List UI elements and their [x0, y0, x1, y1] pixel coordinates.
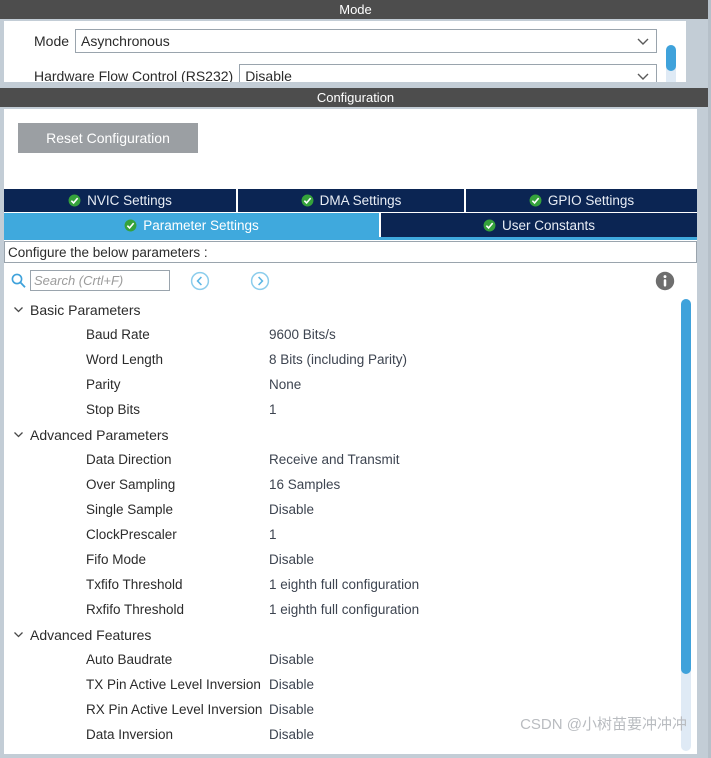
parameter-name: Data Inversion [86, 727, 174, 742]
chevron-down-icon [637, 73, 649, 80]
parameter-value[interactable]: Disable [269, 652, 697, 667]
configuration-panel-body: Reset Configuration NVIC Settings DMA Se… [4, 109, 697, 754]
parameter-name: Auto Baudrate [86, 652, 173, 667]
chevron-down-icon [14, 307, 23, 313]
tab-label: User Constants [501, 217, 596, 233]
tab-label: Parameter Settings [143, 217, 259, 233]
parameter-value[interactable]: 1 [269, 402, 697, 417]
tab-parameter-settings[interactable]: Parameter Settings [4, 213, 379, 237]
mode-combobox-value: Asynchronous [81, 32, 170, 49]
parameter-group-label: Advanced Features [30, 626, 152, 643]
mode-row-mode: Mode Asynchronous [4, 27, 686, 54]
tab-label: GPIO Settings [547, 193, 635, 208]
parameter-value[interactable]: 1 eighth full configuration [269, 602, 697, 617]
search-input[interactable] [30, 270, 170, 291]
parameter-value[interactable]: Disable [269, 702, 697, 717]
parameter-row[interactable]: Txfifo Threshold 1 eighth full configurat… [4, 572, 697, 597]
parameter-value[interactable]: 1 eighth full configuration [269, 577, 697, 592]
search-icon[interactable] [10, 272, 27, 289]
parameter-row[interactable]: Parity None [4, 372, 697, 397]
chevron-down-icon [14, 432, 23, 438]
tab-nvic-settings[interactable]: NVIC Settings [4, 189, 236, 212]
mode-panel-body: Mode Asynchronous Hardware Flow Control … [4, 21, 686, 82]
tab-label: DMA Settings [319, 193, 402, 208]
chevron-down-icon [14, 632, 23, 638]
tab-user-constants[interactable]: User Constants [381, 213, 697, 237]
parameter-row[interactable]: RX Pin Active Level Inversion Disable [4, 697, 697, 722]
active-tab-underline [4, 237, 697, 240]
parameter-value[interactable]: None [269, 377, 697, 392]
hardware-flow-control-label: Hardware Flow Control (RS232) [34, 67, 234, 83]
tab-dma-settings[interactable]: DMA Settings [238, 189, 464, 212]
chevron-down-icon [637, 38, 649, 45]
configure-instruction-banner: Configure the below parameters : [4, 241, 697, 263]
parameter-group-header[interactable]: Basic Parameters [4, 297, 697, 322]
parameter-row[interactable]: Rxfifo Threshold 1 eighth full configurat… [4, 597, 697, 622]
parameter-row[interactable]: Word Length 8 Bits (including Parity) [4, 347, 697, 372]
parameter-group-header[interactable]: Advanced Parameters [4, 422, 697, 447]
parameter-row[interactable]: Baud Rate 9600 Bits/s [4, 322, 697, 347]
parameter-name: Fifo Mode [86, 552, 147, 567]
check-circle-icon [124, 219, 137, 231]
check-circle-icon [68, 194, 81, 207]
mode-panel-scrollbar-thumb[interactable] [666, 45, 676, 71]
mode-panel: Mode Mode Asynchronous Hardware Flow Con… [0, 0, 711, 88]
parameter-group-header[interactable]: Advanced Features [4, 622, 697, 647]
mode-panel-header: Mode [0, 0, 711, 19]
configuration-panel-header: Configuration [0, 88, 711, 107]
hardware-flow-control-combobox[interactable]: Disable [239, 63, 657, 83]
parameter-name: Word Length [86, 352, 164, 367]
parameter-value[interactable]: Disable [269, 552, 697, 567]
parameter-value[interactable]: 1 [269, 527, 697, 542]
tab-label: NVIC Settings [87, 193, 172, 208]
parameter-row[interactable]: Auto Baudrate Disable [4, 647, 697, 672]
parameter-row[interactable]: Data Direction Receive and Transmit [4, 447, 697, 472]
parameter-value[interactable]: Disable [269, 677, 697, 692]
check-circle-icon [483, 219, 496, 231]
parameter-row[interactable]: Stop Bits 1 [4, 397, 697, 422]
parameter-group-label: Advanced Parameters [30, 426, 169, 443]
check-circle-icon [301, 194, 314, 207]
parameter-value[interactable]: 16 Samples [269, 477, 697, 492]
parameter-tree-scrollbar-thumb[interactable] [681, 299, 691, 674]
tab-gpio-settings[interactable]: GPIO Settings [466, 189, 697, 212]
check-circle-icon [529, 194, 542, 207]
mode-label: Mode [34, 32, 70, 49]
parameter-name: Txfifo Threshold [86, 577, 183, 592]
parameter-value[interactable]: Disable [269, 502, 697, 517]
parameter-group-label: Basic Parameters [30, 301, 141, 318]
tab-bar-row-1: NVIC Settings DMA Settings GPIO Settings [4, 189, 697, 212]
reset-configuration-button[interactable]: Reset Configuration [18, 123, 198, 153]
tab-bar-row-2: Parameter Settings User Constants [4, 213, 697, 237]
parameter-row[interactable]: Over Sampling 16 Samples [4, 472, 697, 497]
parameter-tree[interactable]: Basic Parameters Baud Rate 9600 Bits/s Word… [4, 297, 697, 753]
parameter-name: Parity [86, 377, 121, 392]
parameter-name: Single Sample [86, 502, 174, 517]
parameter-name: RX Pin Active Level Inversion [86, 702, 263, 717]
hardware-flow-control-combobox-value: Disable [245, 67, 292, 83]
parameter-row[interactable]: Fifo Mode Disable [4, 547, 697, 572]
parameter-value[interactable]: 8 Bits (including Parity) [269, 352, 697, 367]
parameter-row[interactable]: TX Pin Active Level Inversion Disable [4, 672, 697, 697]
mode-combobox[interactable]: Asynchronous [75, 28, 657, 53]
configuration-panel: Configuration Reset Configuration NVIC S… [0, 88, 711, 758]
nav-forward-button[interactable] [250, 271, 270, 291]
mode-row-hardware-flow-control: Hardware Flow Control (RS232) Disable [4, 62, 686, 82]
parameter-name: Stop Bits [86, 402, 141, 417]
parameter-value[interactable]: Receive and Transmit [269, 452, 697, 467]
search-toolbar [4, 267, 697, 295]
info-icon[interactable] [654, 270, 676, 292]
parameter-name: Baud Rate [86, 327, 150, 342]
parameter-value[interactable]: 9600 Bits/s [269, 327, 697, 342]
parameter-name: Data Direction [86, 452, 172, 467]
parameter-name: ClockPrescaler [86, 527, 177, 542]
parameter-row[interactable]: Single Sample Disable [4, 497, 697, 522]
parameter-value[interactable]: Disable [269, 727, 697, 742]
parameter-name: TX Pin Active Level Inversion [86, 677, 261, 692]
parameter-name: Over Sampling [86, 477, 176, 492]
parameter-name: Rxfifo Threshold [86, 602, 185, 617]
parameter-row[interactable]: Data Inversion Disable [4, 722, 697, 747]
nav-back-button[interactable] [190, 271, 210, 291]
parameter-row[interactable]: ClockPrescaler 1 [4, 522, 697, 547]
